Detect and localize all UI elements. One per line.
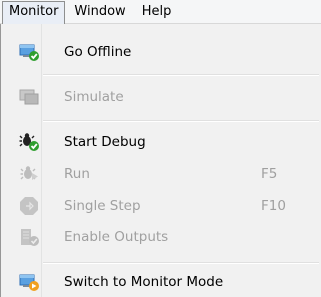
single-step-icon bbox=[19, 196, 39, 216]
switch-to-monitor-mode-label: Switch to Monitor Mode bbox=[64, 274, 224, 290]
menu-item-go-offline[interactable]: Go Offline bbox=[3, 38, 318, 66]
enable-outputs-icon bbox=[19, 227, 39, 247]
menu-window[interactable]: Window bbox=[67, 1, 132, 23]
run-icon bbox=[19, 164, 39, 184]
menu-separator bbox=[43, 74, 319, 76]
menu-item-start-debug[interactable]: Start Debug bbox=[3, 128, 318, 156]
menu-separator bbox=[43, 262, 319, 264]
start-debug-icon bbox=[19, 132, 39, 152]
menu-separator bbox=[43, 120, 319, 122]
menu-bar: Monitor Window Help bbox=[0, 0, 321, 24]
go-offline-label: Go Offline bbox=[64, 44, 132, 60]
start-debug-label: Start Debug bbox=[64, 134, 146, 150]
simulate-icon bbox=[19, 87, 39, 107]
menu-item-single-step[interactable]: Single Step F10 bbox=[3, 192, 318, 220]
monitor-dropdown-menu: Go Offline Simulate Start Debug Run F5 S… bbox=[0, 24, 321, 297]
switch-monitor-mode-icon bbox=[19, 272, 39, 292]
menu-item-simulate[interactable]: Simulate bbox=[3, 83, 318, 111]
single-step-label: Single Step bbox=[64, 198, 141, 214]
menu-item-switch-to-monitor-mode[interactable]: Switch to Monitor Mode bbox=[3, 268, 318, 296]
menu-help[interactable]: Help bbox=[135, 1, 179, 23]
run-shortcut: F5 bbox=[261, 166, 278, 182]
run-label: Run bbox=[64, 166, 90, 182]
menu-item-enable-outputs[interactable]: Enable Outputs bbox=[3, 223, 318, 251]
go-offline-icon bbox=[19, 42, 39, 62]
single-step-shortcut: F10 bbox=[261, 198, 286, 214]
enable-outputs-label: Enable Outputs bbox=[64, 229, 169, 245]
menu-item-run[interactable]: Run F5 bbox=[3, 160, 318, 188]
menu-monitor[interactable]: Monitor bbox=[2, 1, 66, 24]
simulate-label: Simulate bbox=[64, 89, 124, 105]
